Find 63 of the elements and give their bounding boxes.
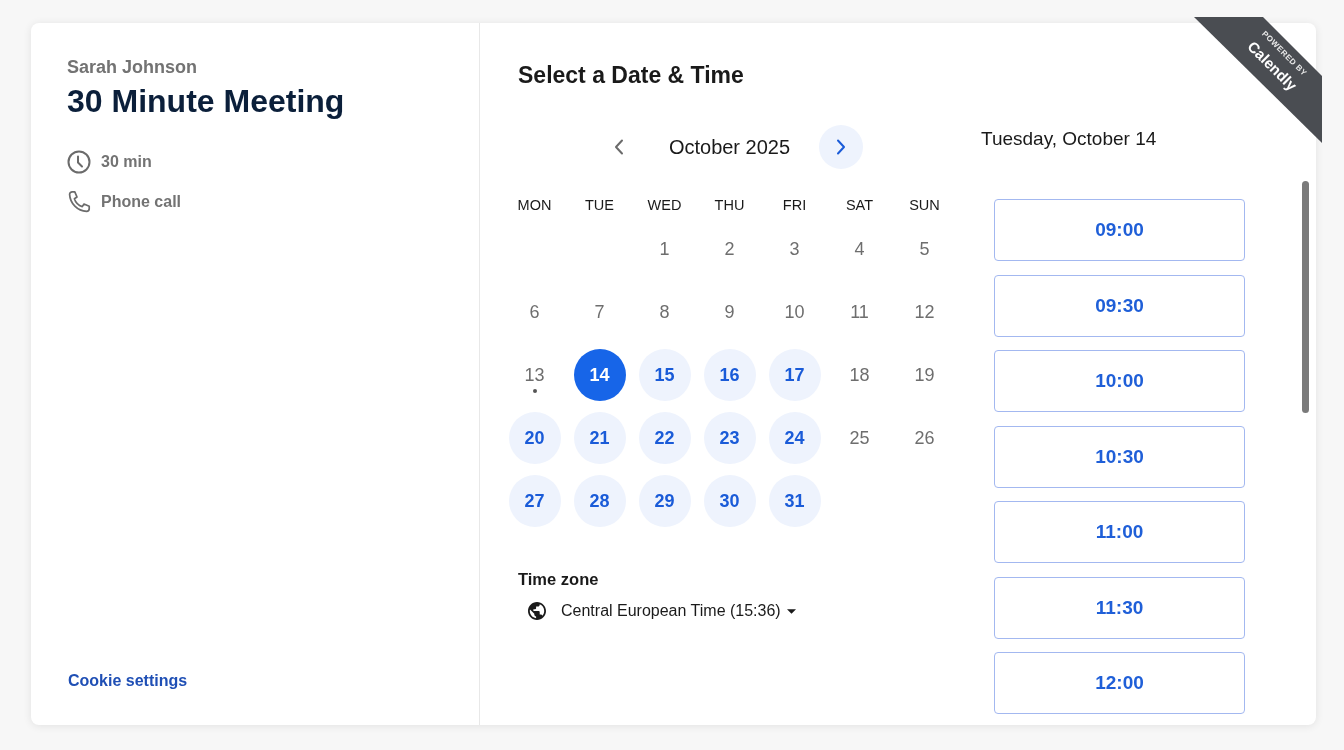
time-slot-button[interactable]: 09:30 xyxy=(994,274,1245,337)
detail-text: 30 min xyxy=(101,152,152,172)
calendar-day: 7 xyxy=(594,301,605,322)
calendar-day: 26 xyxy=(914,427,935,448)
time-slot-button[interactable]: 10:30 xyxy=(994,425,1245,488)
time-slot-button[interactable]: 10:00 xyxy=(994,350,1245,412)
detail-text: Phone call xyxy=(101,192,182,212)
organizer-name: Sarah Johnson xyxy=(67,56,198,78)
calendar-day[interactable]: 20 xyxy=(508,411,561,464)
calendar-day: 10 xyxy=(784,301,805,322)
time-slot-button[interactable]: 11:30 xyxy=(994,576,1245,639)
weekday-label: FRI xyxy=(782,197,807,213)
calendar-day: 12 xyxy=(914,301,935,322)
calendar-day[interactable]: 16 xyxy=(703,348,756,401)
month-label: October 2025 xyxy=(667,135,792,159)
timezone-dropdown[interactable]: Central European Time (15:36) xyxy=(528,599,796,623)
phone-icon xyxy=(67,190,91,214)
calendar-day[interactable]: 29 xyxy=(638,474,691,527)
next-month-button[interactable] xyxy=(818,125,863,169)
calendar-day: 13 xyxy=(524,364,545,385)
event-title: 30 Minute Meeting xyxy=(67,82,345,121)
calendar-day: 9 xyxy=(724,301,735,322)
calendar-day[interactable]: 23 xyxy=(703,411,756,464)
calendar-day[interactable]: 24 xyxy=(768,411,821,464)
timezone-label: Time zone xyxy=(518,569,599,589)
calendar-day: 6 xyxy=(529,301,540,322)
calendar-day: 11 xyxy=(850,301,869,322)
calendar-day: 1 xyxy=(659,238,670,259)
calendar-day: 18 xyxy=(849,364,870,385)
calendar-day[interactable]: 14 xyxy=(573,348,626,401)
chevron-left-icon xyxy=(613,139,624,155)
calendar-day[interactable]: 21 xyxy=(573,411,626,464)
calendar-day: 2 xyxy=(724,238,735,259)
clock-icon xyxy=(67,150,91,174)
calendar-day: 8 xyxy=(659,301,670,322)
calendar-day[interactable]: 22 xyxy=(638,411,691,464)
weekday-label: MON xyxy=(517,197,552,213)
weekday-label: WED xyxy=(647,197,682,213)
weekday-label: TUE xyxy=(585,197,614,213)
weekday-label: SUN xyxy=(909,197,940,213)
calendar-day: 25 xyxy=(849,427,870,448)
calendar-day: 5 xyxy=(919,238,930,259)
calendar-day[interactable]: 31 xyxy=(768,474,821,527)
calendar-day[interactable]: 30 xyxy=(703,474,756,527)
globe-icon xyxy=(528,602,546,620)
caret-icon xyxy=(786,608,796,614)
section-heading: Select a Date & Time xyxy=(518,61,744,89)
time-slot-button[interactable]: 12:00 xyxy=(994,652,1245,714)
weekday-label: THU xyxy=(714,197,745,213)
calendar-day[interactable]: 28 xyxy=(573,474,626,527)
scrollbar-thumb[interactable] xyxy=(1302,181,1309,413)
calendar-day: 19 xyxy=(914,364,935,385)
calendar-day[interactable]: 27 xyxy=(508,474,561,527)
time-slot-button[interactable]: 09:00 xyxy=(994,199,1245,261)
calendar-day: 3 xyxy=(789,238,800,259)
selected-date-heading: Tuesday, October 14 xyxy=(981,127,1157,151)
calendar-day: 4 xyxy=(854,238,865,259)
calendar-day[interactable]: 17 xyxy=(768,348,821,401)
time-slot-button[interactable]: 11:00 xyxy=(994,501,1245,563)
cookie-settings-link[interactable]: Cookie settings xyxy=(68,671,188,691)
weekday-label: SAT xyxy=(845,197,874,213)
chevron-right-icon xyxy=(835,139,846,155)
calendar-day[interactable]: 15 xyxy=(638,348,691,401)
